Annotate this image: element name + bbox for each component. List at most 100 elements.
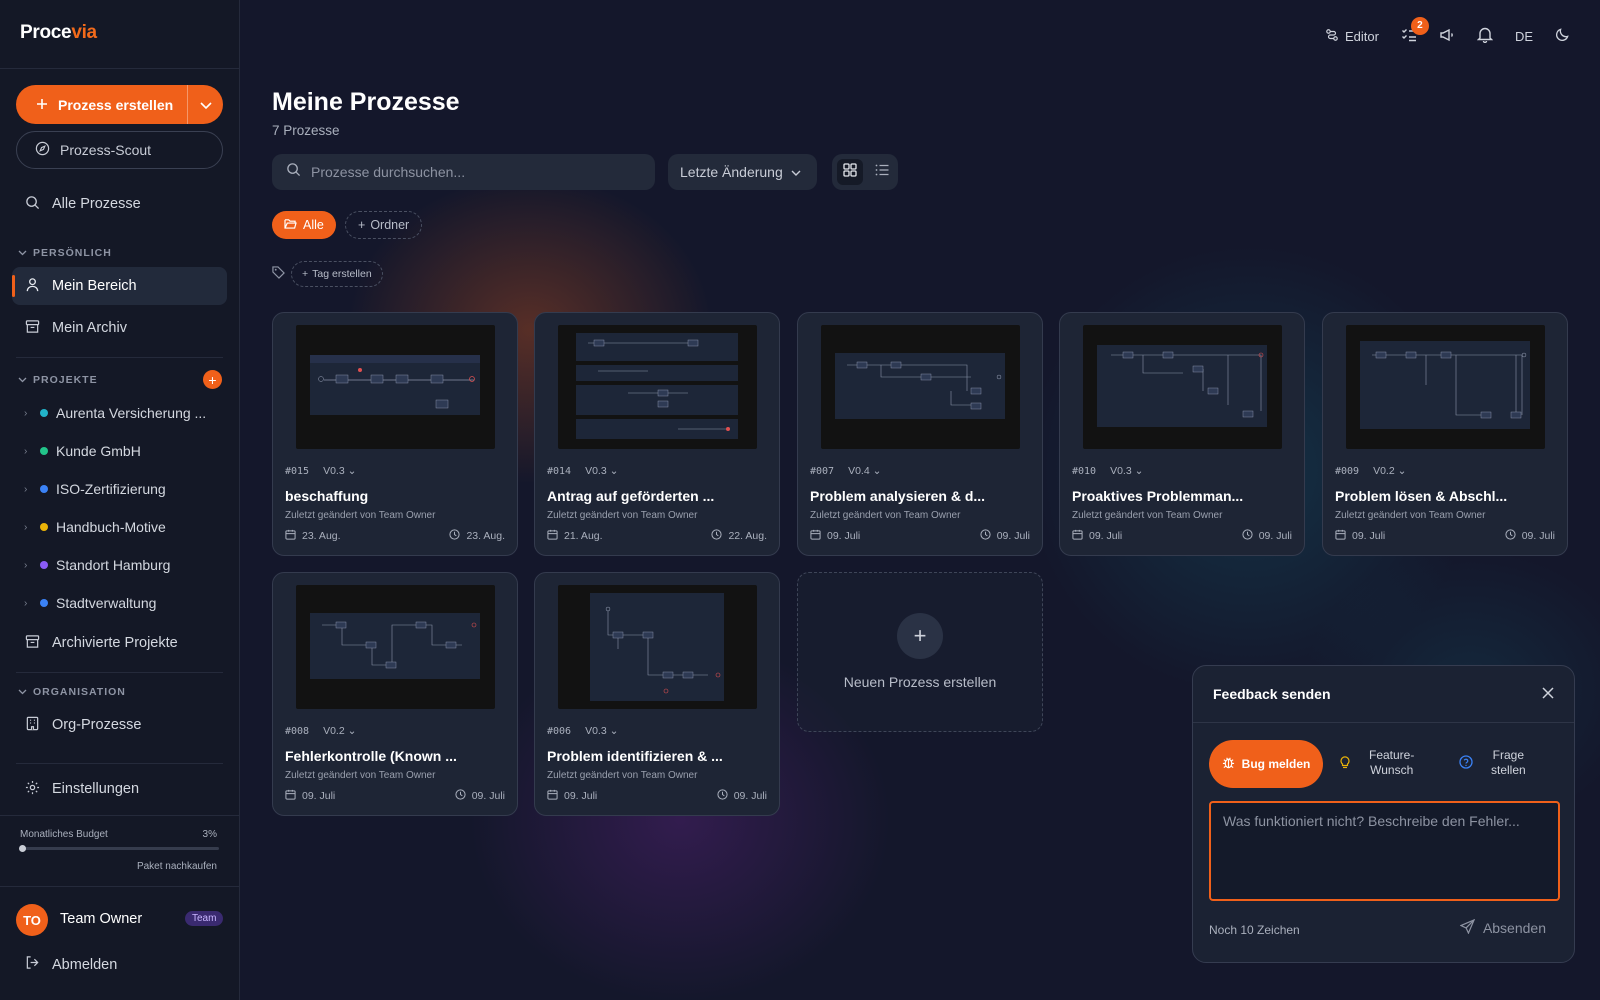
- tasks-button[interactable]: 2: [1401, 16, 1429, 46]
- create-tag-button[interactable]: + Tag erstellen: [291, 261, 383, 287]
- divider: [16, 672, 223, 673]
- project-color-dot: [40, 599, 48, 607]
- process-card[interactable]: #008 V0.2 ⌄ Fehlerkontrolle (Known ... Zule…: [272, 572, 518, 816]
- tab-bug-report[interactable]: Bug melden: [1209, 740, 1323, 788]
- logout-label: Abmelden: [52, 956, 118, 973]
- project-color-dot: [40, 485, 48, 493]
- modified-date: 09. Juli: [980, 529, 1030, 543]
- search-box[interactable]: [272, 154, 655, 190]
- process-thumbnail: [296, 325, 495, 449]
- budget-label: Monatliches Budget: [20, 829, 108, 840]
- process-card[interactable]: #007 V0.4 ⌄ Problem analysieren & d... Zule…: [797, 312, 1043, 556]
- lightbulb-icon: [1339, 755, 1351, 772]
- version-dropdown[interactable]: V0.3 ⌄: [323, 465, 356, 477]
- process-id: #010: [1072, 465, 1097, 477]
- chevron-down-icon: [791, 164, 801, 180]
- process-scout-button[interactable]: Prozess-Scout: [16, 131, 223, 169]
- clock-icon: [449, 529, 461, 543]
- create-options-dropdown[interactable]: [187, 85, 223, 124]
- notifications-button[interactable]: [1476, 26, 1494, 46]
- version-dropdown[interactable]: V0.3 ⌄: [585, 465, 618, 477]
- tab-ask-question[interactable]: Frage stellen: [1459, 748, 1559, 778]
- version-dropdown[interactable]: V0.2 ⌄: [1373, 465, 1406, 477]
- page-title: Meine Prozesse: [272, 88, 460, 116]
- nav-all-processes[interactable]: Alle Prozesse: [12, 185, 227, 223]
- divider: [0, 815, 239, 816]
- divider: [0, 68, 239, 69]
- tab-feature-request[interactable]: Feature- Wunsch: [1339, 748, 1449, 778]
- close-icon[interactable]: [1542, 686, 1554, 704]
- version-dropdown[interactable]: V0.3 ⌄: [585, 725, 618, 737]
- process-card[interactable]: #015 V0.3 ⌄ beschaffung Zuletzt geändert vo…: [272, 312, 518, 556]
- sort-dropdown[interactable]: Letzte Änderung: [668, 154, 817, 190]
- divider: [16, 763, 223, 764]
- plus-icon: +: [302, 268, 309, 280]
- announcements-button[interactable]: [1439, 27, 1455, 46]
- user-name: Team Owner: [60, 911, 143, 927]
- chip-label: Ordner: [370, 218, 410, 232]
- budget-progress-bar: [20, 847, 219, 850]
- created-date: 09. Juli: [810, 529, 860, 543]
- list-view-button[interactable]: [869, 159, 895, 185]
- top-bar: Editor 2 DE: [1325, 16, 1570, 48]
- create-process-button[interactable]: Prozess erstellen: [16, 85, 223, 124]
- project-item[interactable]: › ISO-Zertifizierung: [24, 474, 224, 504]
- clock-icon: [1505, 529, 1516, 543]
- logout-icon: [25, 955, 40, 974]
- add-folder-button[interactable]: + Ordner: [345, 211, 423, 239]
- section-organisation[interactable]: ORGANISATION: [18, 686, 126, 698]
- feedback-panel: Feedback senden Bug melden Feature- Wunsc…: [1192, 665, 1575, 963]
- nav-my-area[interactable]: Mein Bereich: [12, 267, 227, 305]
- chip-label: Tag erstellen: [312, 268, 372, 280]
- process-card[interactable]: #014 V0.3 ⌄ Antrag auf geförderten ... Zule…: [534, 312, 780, 556]
- plus-icon: +: [897, 613, 943, 659]
- logout-button[interactable]: Abmelden: [25, 955, 117, 974]
- calendar-icon: [1335, 529, 1346, 543]
- new-process-card[interactable]: + Neuen Prozess erstellen: [797, 572, 1043, 732]
- project-item[interactable]: › Kunde GmbH: [24, 436, 224, 466]
- language-switcher[interactable]: DE: [1515, 29, 1533, 44]
- version-dropdown[interactable]: V0.4 ⌄: [848, 465, 881, 477]
- search-input[interactable]: [311, 164, 631, 180]
- grid-view-button[interactable]: [837, 159, 863, 185]
- process-card[interactable]: #010 V0.3 ⌄ Proaktives Problemman... Zuletz…: [1059, 312, 1305, 556]
- process-card[interactable]: #009 V0.2 ⌄ Problem lösen & Abschl... Zulet…: [1322, 312, 1568, 556]
- editor-button[interactable]: Editor: [1325, 28, 1379, 45]
- buy-package-link[interactable]: Paket nachkaufen: [137, 861, 217, 872]
- version-dropdown[interactable]: V0.3 ⌄: [1110, 465, 1143, 477]
- chevron-right-icon: ›: [24, 597, 28, 609]
- process-id: #008: [285, 725, 310, 737]
- nav-org-processes[interactable]: Org-Prozesse: [12, 706, 227, 744]
- project-item[interactable]: › Aurenta Versicherung ...: [24, 398, 224, 428]
- project-item[interactable]: › Handbuch-Motive: [24, 512, 224, 542]
- folder-filter-all[interactable]: Alle: [272, 211, 336, 239]
- sidebar: Procevia Prozess erstellen Prozess-Scout…: [0, 0, 240, 1000]
- nav-archived-projects[interactable]: Archivierte Projekte: [12, 624, 227, 662]
- version-dropdown[interactable]: V0.2 ⌄: [323, 725, 356, 737]
- nav-my-archive[interactable]: Mein Archiv: [12, 309, 227, 347]
- process-meta: #009 V0.2 ⌄: [1335, 465, 1406, 477]
- avatar[interactable]: TO: [16, 904, 48, 936]
- feedback-textarea[interactable]: [1209, 801, 1560, 901]
- route-icon: [1325, 28, 1339, 45]
- theme-toggle[interactable]: [1555, 27, 1570, 45]
- clock-icon: [455, 789, 466, 803]
- project-item[interactable]: › Standort Hamburg: [24, 550, 224, 580]
- process-card[interactable]: #006 V0.3 ⌄ Problem identifizieren & ... Zu…: [534, 572, 780, 816]
- created-date: 09. Juli: [285, 789, 335, 803]
- calendar-icon: [547, 789, 558, 803]
- add-project-button[interactable]: +: [203, 370, 222, 389]
- clock-icon: [1242, 529, 1253, 543]
- process-thumbnail: [558, 585, 757, 709]
- chip-label: Alle: [303, 218, 324, 232]
- nav-settings[interactable]: Einstellungen: [12, 770, 227, 808]
- last-modified-by: Zuletzt geändert von Team Owner: [285, 510, 436, 521]
- project-item[interactable]: › Stadtverwaltung: [24, 588, 224, 618]
- section-projects[interactable]: PROJEKTE: [18, 374, 98, 386]
- section-personal[interactable]: PERSÖNLICH: [18, 247, 112, 259]
- app-logo[interactable]: Procevia: [20, 22, 97, 44]
- calendar-icon: [285, 789, 296, 803]
- last-modified-by: Zuletzt geändert von Team Owner: [285, 770, 436, 781]
- archive-icon: [25, 319, 40, 338]
- send-feedback-button[interactable]: Absenden: [1459, 918, 1546, 937]
